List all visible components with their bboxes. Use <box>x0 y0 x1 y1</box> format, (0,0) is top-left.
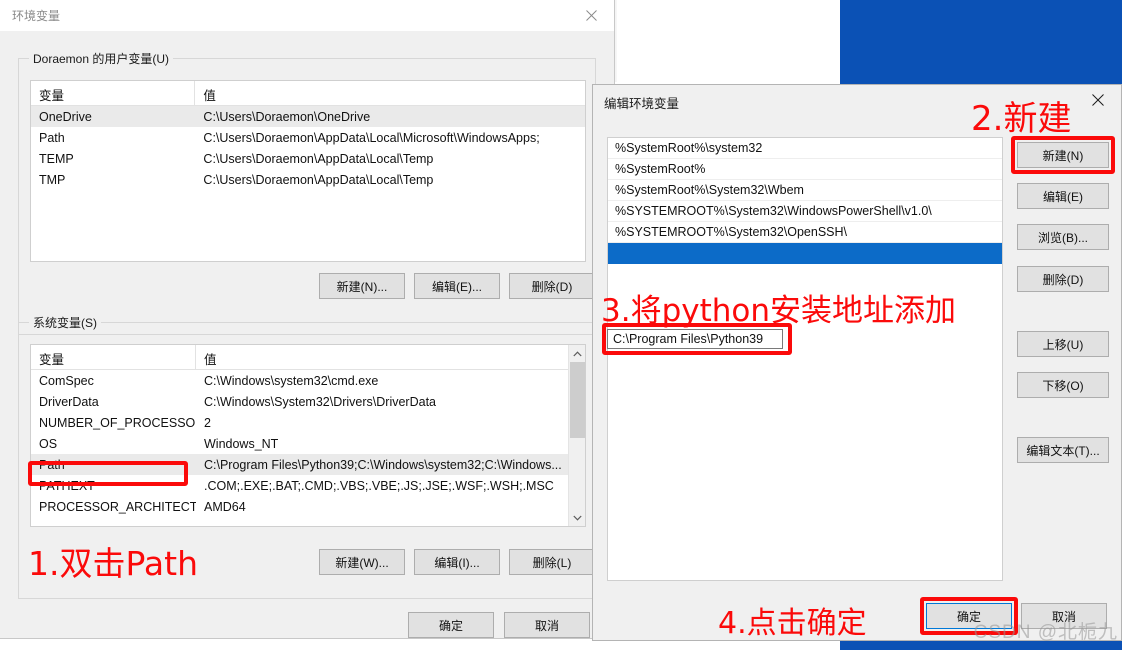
cell-variable: Path <box>39 130 65 145</box>
cell-value: C:\Windows\system32\cmd.exe <box>204 373 379 388</box>
scrollbar-thumb[interactable] <box>570 362 585 438</box>
table-row[interactable]: PROCESSOR_ARCHITECT... AMD64 <box>31 496 585 517</box>
path-entry-input[interactable]: C:\Program Files\Python39 <box>607 329 783 349</box>
env-cancel-button[interactable]: 取消 <box>504 612 590 638</box>
chevron-down-icon[interactable] <box>569 509 585 526</box>
system-delete-button[interactable]: 删除(L) <box>509 549 595 575</box>
close-icon[interactable] <box>568 0 614 30</box>
cell-value: C:\Users\Doraemon\AppData\Local\Microsof… <box>203 130 540 145</box>
close-icon[interactable] <box>1075 85 1121 115</box>
path-move-down-button[interactable]: 下移(O) <box>1017 372 1109 398</box>
cell-value: Windows_NT <box>204 436 279 451</box>
cell-value: C:\Windows\System32\Drivers\DriverData <box>204 394 436 409</box>
cell-variable: NUMBER_OF_PROCESSORS <box>39 415 196 430</box>
list-item[interactable]: %SYSTEMROOT%\System32\WindowsPowerShell\… <box>608 201 1002 222</box>
table-row[interactable]: TEMP C:\Users\Doraemon\AppData\Local\Tem… <box>31 148 585 169</box>
system-list-header: 变量 值 <box>31 345 585 370</box>
cell-value: 2 <box>204 415 211 430</box>
user-new-button[interactable]: 新建(N)... <box>319 273 405 299</box>
table-row-path[interactable]: Path C:\Program Files\Python39;C:\Window… <box>31 454 585 475</box>
path-entries-list[interactable]: %SystemRoot%\system32 %SystemRoot% %Syst… <box>607 137 1003 581</box>
annotation-step1: 1.双击Path <box>28 544 198 583</box>
table-row[interactable]: ComSpec C:\Windows\system32\cmd.exe <box>31 370 585 391</box>
cell-value: C:\Users\Doraemon\AppData\Local\Temp <box>203 172 434 187</box>
path-browse-button[interactable]: 浏览(B)... <box>1017 224 1109 250</box>
cell-variable: PATHEXT <box>39 478 95 493</box>
chevron-up-icon[interactable] <box>569 345 585 362</box>
system-new-button[interactable]: 新建(W)... <box>319 549 405 575</box>
system-edit-button[interactable]: 编辑(I)... <box>414 549 500 575</box>
list-item[interactable]: %SystemRoot%\System32\Wbem <box>608 180 1002 201</box>
background-window <box>617 0 840 82</box>
cell-value: C:\Users\Doraemon\OneDrive <box>203 109 371 124</box>
cell-variable: Path <box>39 457 65 472</box>
table-row[interactable]: TMP C:\Users\Doraemon\AppData\Local\Temp <box>31 169 585 190</box>
cell-variable: PROCESSOR_ARCHITECT... <box>39 499 196 514</box>
system-variables-list[interactable]: 变量 值 ComSpec C:\Windows\system32\cmd.exe… <box>30 344 586 527</box>
cell-variable: TMP <box>39 172 66 187</box>
user-variables-legend: Doraemon 的用户变量(U) <box>29 50 174 67</box>
system-list-rows: ComSpec C:\Windows\system32\cmd.exe Driv… <box>31 370 585 517</box>
cell-value: .COM;.EXE;.BAT;.CMD;.VBS;.VBE;.JS;.JSE;.… <box>204 478 554 493</box>
list-item-editing[interactable] <box>608 243 1002 264</box>
table-row[interactable]: DriverData C:\Windows\System32\Drivers\D… <box>31 391 585 412</box>
cell-variable: ComSpec <box>39 373 94 388</box>
cell-variable: DriverData <box>39 394 99 409</box>
table-row[interactable]: OS Windows_NT <box>31 433 585 454</box>
cell-variable: TEMP <box>39 151 74 166</box>
env-window-titlebar: 环境变量 <box>0 0 614 31</box>
user-list-rows: OneDrive C:\Users\Doraemon\OneDrive Path… <box>31 106 585 190</box>
watermark: CSDN @北栀九 <box>973 622 1118 643</box>
table-row[interactable]: NUMBER_OF_PROCESSORS 2 <box>31 412 585 433</box>
cell-variable: OneDrive <box>39 109 92 124</box>
user-list-header: 变量 值 <box>31 81 585 106</box>
path-delete-button[interactable]: 删除(D) <box>1017 266 1109 292</box>
path-edit-text-button[interactable]: 编辑文本(T)... <box>1017 437 1109 463</box>
path-move-up-button[interactable]: 上移(U) <box>1017 331 1109 357</box>
list-item[interactable]: %SYSTEMROOT%\System32\OpenSSH\ <box>608 222 1002 243</box>
user-delete-button[interactable]: 删除(D) <box>509 273 595 299</box>
system-col-value: 值 <box>204 353 217 367</box>
system-list-scrollbar[interactable] <box>568 345 585 526</box>
environment-variables-window: 环境变量 Doraemon 的用户变量(U) 变量 值 OneDrive C:\… <box>0 0 615 639</box>
system-col-variable: 变量 <box>31 345 196 370</box>
user-col-variable: 变量 <box>31 81 196 106</box>
path-new-button[interactable]: 新建(N) <box>1017 142 1109 168</box>
cell-value: C:\Users\Doraemon\AppData\Local\Temp <box>203 151 434 166</box>
annotation-step4: 4.点击确定 <box>718 606 867 641</box>
user-edit-button[interactable]: 编辑(E)... <box>414 273 500 299</box>
env-window-title: 环境变量 <box>12 9 61 23</box>
table-row[interactable]: Path C:\Users\Doraemon\AppData\Local\Mic… <box>31 127 585 148</box>
user-col-value: 值 <box>203 89 216 103</box>
cell-variable: OS <box>39 436 58 451</box>
env-ok-button[interactable]: 确定 <box>408 612 494 638</box>
annotation-step2: 2.新建 <box>971 99 1072 139</box>
edit-dialog-title: 编辑环境变量 <box>604 97 680 111</box>
list-item[interactable]: %SystemRoot% <box>608 159 1002 180</box>
table-row[interactable]: PATHEXT .COM;.EXE;.BAT;.CMD;.VBS;.VBE;.J… <box>31 475 585 496</box>
annotation-step3: 3.将python安装地址添加 <box>601 293 957 329</box>
path-edit-button[interactable]: 编辑(E) <box>1017 183 1109 209</box>
edit-environment-variable-dialog: 编辑环境变量 %SystemRoot%\system32 %SystemRoot… <box>592 84 1122 641</box>
cell-value: AMD64 <box>204 499 246 514</box>
table-row[interactable]: OneDrive C:\Users\Doraemon\OneDrive <box>31 106 585 127</box>
system-variables-legend: 系统变量(S) <box>29 314 101 331</box>
cell-value: C:\Program Files\Python39;C:\Windows\sys… <box>204 457 562 472</box>
env-window-body: Doraemon 的用户变量(U) 变量 值 OneDrive C:\Users… <box>0 31 614 638</box>
user-variables-list[interactable]: 变量 值 OneDrive C:\Users\Doraemon\OneDrive… <box>30 80 586 262</box>
list-item[interactable]: %SystemRoot%\system32 <box>608 138 1002 159</box>
